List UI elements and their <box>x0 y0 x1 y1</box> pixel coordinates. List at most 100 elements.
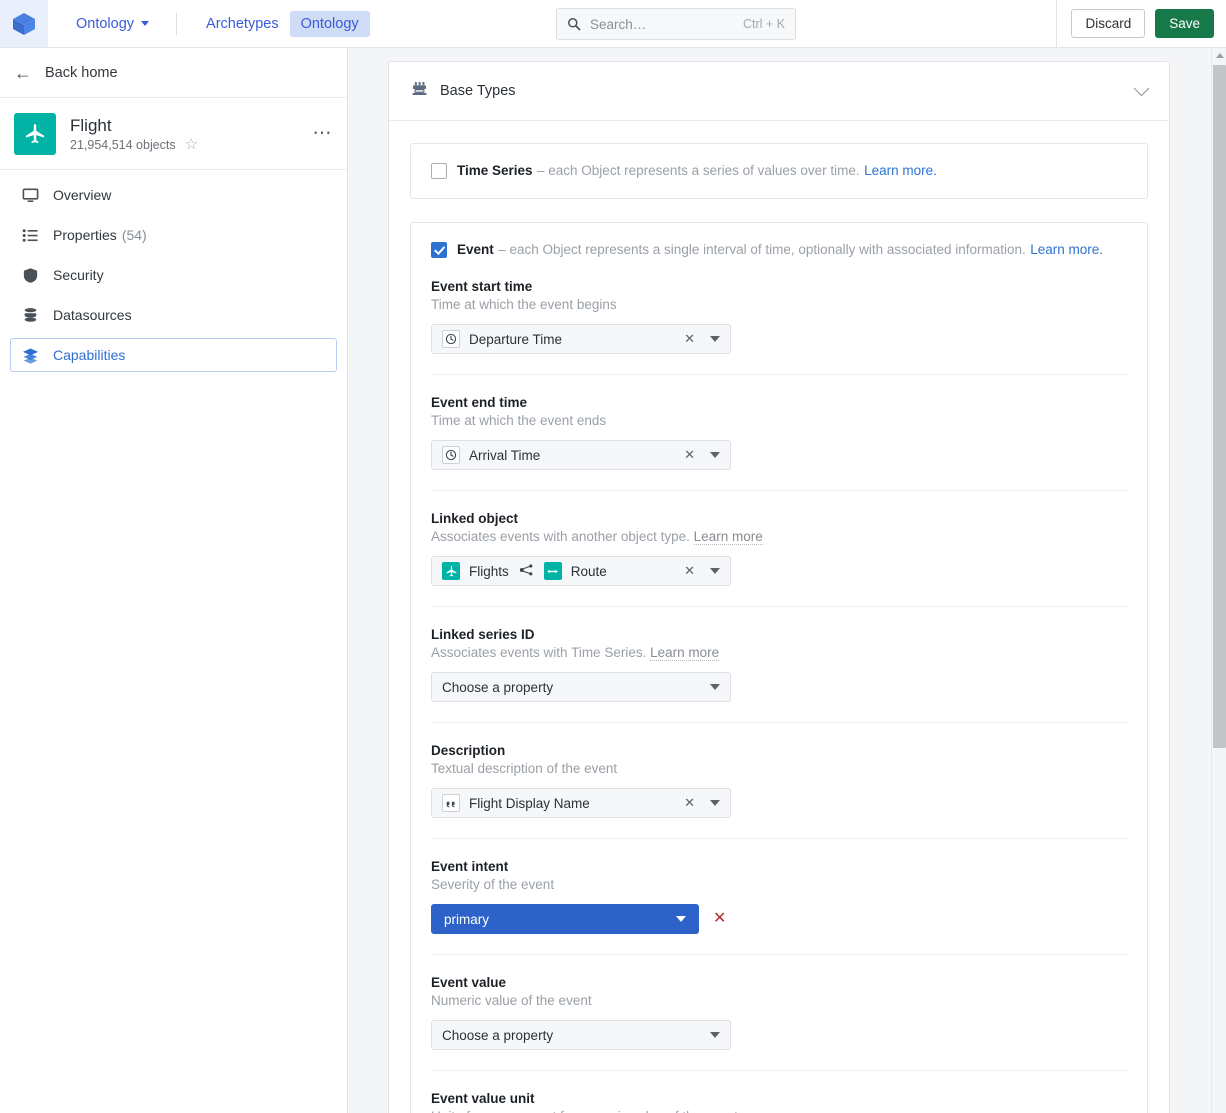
scroll-up-button[interactable] <box>1212 48 1226 63</box>
field-event-intent: Event intent Severity of the event prima… <box>431 838 1127 934</box>
linked-object-value: Flights <box>469 563 509 579</box>
sidebar: ← Back home Flight 21,954,514 objects ☆ … <box>0 48 348 1113</box>
clear-icon[interactable]: ✕ <box>684 795 695 811</box>
clear-icon[interactable]: ✕ <box>684 447 695 463</box>
field-description: Numeric value of the event <box>431 993 592 1008</box>
time-series-learn-more-link[interactable]: Learn more. <box>864 163 937 178</box>
chevron-down-icon <box>141 21 150 26</box>
field-label: Linked series ID <box>431 627 535 642</box>
chevron-down-icon[interactable] <box>710 452 720 458</box>
object-count: 21,954,514 objects <box>70 137 176 152</box>
star-outline-icon[interactable]: ☆ <box>185 137 198 152</box>
field-description: Textual description of the event <box>431 761 618 776</box>
field-event-end-time: Event end time Time at which the event e… <box>431 374 1127 470</box>
event-value-select[interactable]: Choose a property <box>431 1020 731 1050</box>
ontology-dropdown-label: Ontology <box>76 15 135 32</box>
airplane-icon <box>442 562 460 580</box>
sidebar-item-overview[interactable]: Overview <box>10 178 337 212</box>
triangle-up-icon <box>1215 53 1224 58</box>
event-learn-more-link[interactable]: Learn more. <box>1030 242 1103 257</box>
search-container: Search… Ctrl + K <box>556 8 796 40</box>
back-home-label: Back home <box>45 64 118 81</box>
linked-object-target: Route <box>570 563 607 579</box>
tab-archetypes[interactable]: Archetypes <box>195 11 290 37</box>
cube-logo-icon <box>13 12 35 35</box>
chevron-down-icon[interactable] <box>710 800 720 806</box>
chevron-down-icon[interactable] <box>710 684 720 690</box>
base-types-card: Base Types Time Series – each Object rep… <box>388 61 1170 1113</box>
time-series-checkbox[interactable] <box>431 163 447 179</box>
select-value: Arrival Time <box>469 447 541 463</box>
field-description: Associates events with another object ty… <box>431 529 1127 545</box>
field-description-text: Associates events with another object ty… <box>431 529 690 544</box>
save-button[interactable]: Save <box>1155 8 1214 39</box>
airplane-icon <box>26 123 44 143</box>
tab-ontology[interactable]: Ontology <box>289 10 370 37</box>
chevron-down-icon[interactable] <box>710 1032 720 1038</box>
object-title: Flight <box>70 115 112 135</box>
field-description-text: Associates events with Time Series. <box>431 645 647 660</box>
back-home-button[interactable]: ← Back home <box>0 48 347 98</box>
quote-icon <box>442 794 460 812</box>
field-label: Linked object <box>431 511 519 526</box>
scrollbar-thumb[interactable] <box>1213 65 1226 748</box>
field-label: Description <box>431 743 506 758</box>
linked-series-id-select[interactable]: Choose a property <box>431 672 731 702</box>
chevron-down-icon[interactable] <box>676 916 686 922</box>
intent-value: primary <box>444 911 490 927</box>
field-description: Time at which the event begins <box>431 297 617 312</box>
select-placeholder: Choose a property <box>442 1027 554 1043</box>
arrows-horizontal-icon <box>543 562 562 580</box>
object-more-menu[interactable]: ⋯ <box>313 124 334 143</box>
sidebar-item-label: Properties <box>53 227 117 243</box>
linked-object-select[interactable]: Flights Route ✕ <box>431 556 731 586</box>
list-icon <box>21 227 39 244</box>
clock-icon <box>442 446 460 464</box>
clear-icon[interactable]: ✕ <box>684 563 695 579</box>
search-placeholder: Search… <box>590 16 647 32</box>
chevron-down-icon[interactable] <box>1133 80 1150 97</box>
arrow-left-icon: ← <box>14 62 32 83</box>
object-header: Flight 21,954,514 objects ☆ ⋯ <box>0 98 347 170</box>
time-series-label: Time Series <box>457 163 533 178</box>
sidebar-item-security[interactable]: Security <box>10 258 337 292</box>
field-linked-series-id: Linked series ID Associates events with … <box>431 606 1127 702</box>
field-label: Event value <box>431 975 507 990</box>
page-scrollbar[interactable] <box>1211 48 1226 1113</box>
linked-series-learn-more-link[interactable]: Learn more <box>650 645 720 661</box>
clock-icon <box>442 330 460 348</box>
base-types-title: Base Types <box>440 83 516 99</box>
discard-button[interactable]: Discard <box>1071 8 1146 39</box>
event-end-time-select[interactable]: Arrival Time ✕ <box>431 440 731 470</box>
ontology-dropdown[interactable]: Ontology <box>67 11 158 37</box>
shield-icon <box>21 267 39 284</box>
topbar-actions: Discard Save <box>1056 0 1226 47</box>
app-logo[interactable] <box>0 0 48 47</box>
sidebar-item-capabilities[interactable]: Capabilities <box>10 338 337 372</box>
base-types-icon <box>411 80 428 102</box>
field-description: Associates events with Time Series. Lear… <box>431 645 1127 661</box>
field-description: Time at which the event ends <box>431 413 607 428</box>
field-label: Event end time <box>431 395 528 410</box>
chevron-down-icon[interactable] <box>710 568 720 574</box>
select-value: Departure Time <box>469 331 563 347</box>
description-select[interactable]: Flight Display Name ✕ <box>431 788 731 818</box>
clear-icon[interactable]: ✕ <box>684 331 695 347</box>
sidebar-item-label: Overview <box>53 187 112 203</box>
event-start-time-select[interactable]: Departure Time ✕ <box>431 324 731 354</box>
link-graph-icon <box>519 563 534 580</box>
field-event-value-unit: Event value unit Unit of measurement for… <box>431 1070 1127 1113</box>
remove-intent-button[interactable]: ✕ <box>713 911 726 927</box>
sidebar-item-properties[interactable]: Properties (54) <box>10 218 337 252</box>
field-event-start-time: Event start time Time at which the event… <box>431 259 1127 354</box>
time-series-description: – each Object represents a series of val… <box>537 163 860 178</box>
event-intent-select[interactable]: primary <box>431 904 699 934</box>
event-checkbox[interactable] <box>431 242 447 258</box>
field-description: Unit of measurement for numeric value of… <box>431 1109 1127 1113</box>
primary-nav: Ontology Archetypes Ontology <box>67 10 370 37</box>
linked-object-learn-more-link[interactable]: Learn more <box>693 529 763 545</box>
sidebar-item-datasources[interactable]: Datasources <box>10 298 337 332</box>
field-linked-object: Linked object Associates events with ano… <box>431 490 1127 586</box>
search-input[interactable]: Search… Ctrl + K <box>556 8 796 40</box>
chevron-down-icon[interactable] <box>710 336 720 342</box>
